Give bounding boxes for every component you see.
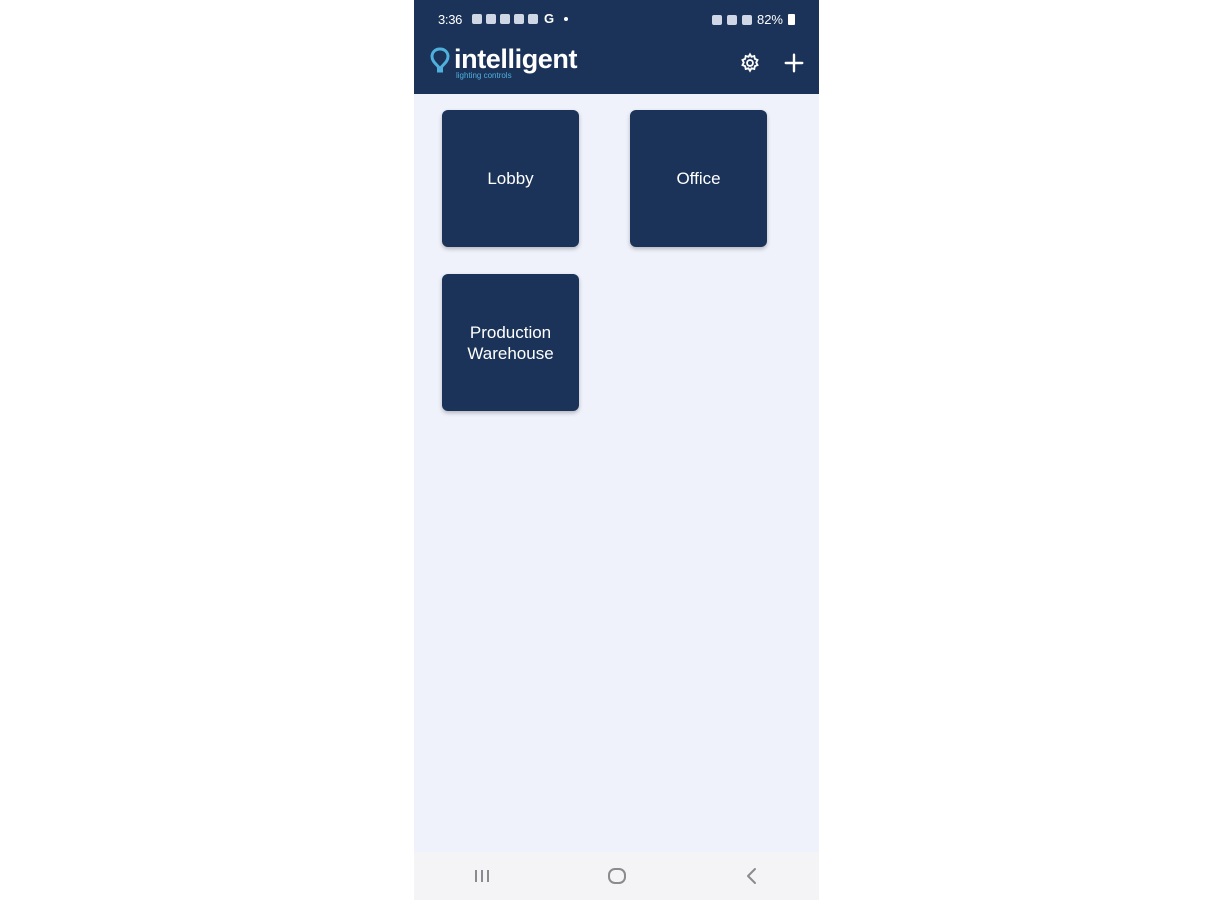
message-icon [486, 13, 496, 24]
signal-icon [741, 14, 752, 25]
back-icon [746, 868, 756, 884]
recents-button[interactable] [452, 856, 512, 896]
status-bar: 3:36 G 82% [414, 8, 819, 32]
cloud-icon [472, 13, 482, 24]
brand-logo: intelligent lighting controls [430, 44, 578, 80]
battery-icon [788, 14, 795, 25]
home-icon [607, 868, 626, 884]
system-navigation-bar [414, 852, 819, 900]
home-button[interactable] [587, 856, 647, 896]
recents-icon [474, 870, 489, 882]
top-app-bar: 3:36 G 82% intelligent lighting controls [414, 0, 819, 94]
back-button[interactable] [722, 856, 782, 896]
gear-icon [741, 52, 759, 73]
fan-icon [514, 13, 524, 24]
more-notifications-dot [564, 16, 569, 21]
battery-percent: 82% [756, 12, 783, 27]
status-time: 3:36 [438, 12, 463, 27]
location-grid: Lobby Office Production Warehouse [442, 110, 782, 411]
add-location-button[interactable] [781, 50, 807, 76]
system-status-icons: 82% [711, 12, 795, 27]
notification-icons: G [472, 11, 569, 26]
plus-icon [784, 53, 804, 73]
battery-saver-icon [711, 14, 722, 25]
pay-icon [500, 13, 510, 24]
brand-tagline: lighting controls [456, 71, 512, 80]
brand-name: intelligent [454, 44, 578, 74]
app-screen: 3:36 G 82% intelligent lighting controls… [414, 0, 819, 900]
wifi-icon [726, 14, 737, 25]
location-tile-production-warehouse[interactable]: Production Warehouse [442, 274, 579, 411]
location-pin-icon [430, 47, 450, 73]
location-tile-office[interactable]: Office [630, 110, 767, 247]
header-actions [737, 50, 807, 76]
settings-button[interactable] [737, 50, 763, 76]
location-tile-lobby[interactable]: Lobby [442, 110, 579, 247]
google-icon: G [544, 11, 555, 26]
wifi-calling-icon [528, 13, 538, 24]
